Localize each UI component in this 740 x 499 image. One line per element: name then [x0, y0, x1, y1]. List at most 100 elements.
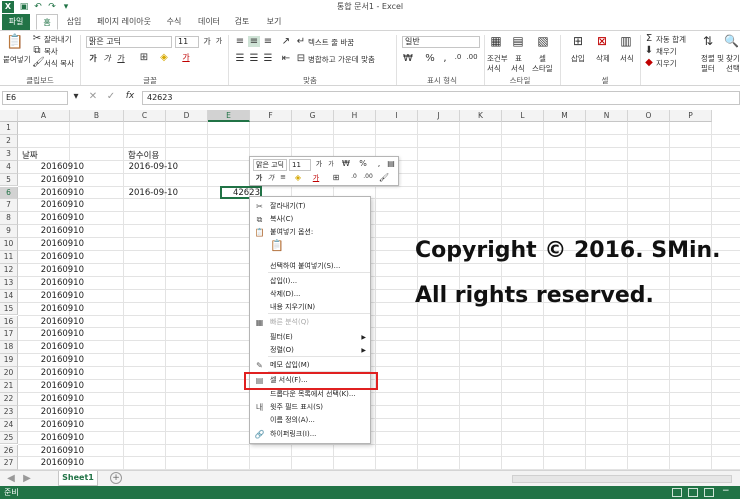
increase-decimal-icon[interactable]: .0: [452, 53, 464, 61]
fill-button[interactable]: 채우기: [656, 46, 677, 57]
italic-icon[interactable]: 가: [102, 53, 112, 64]
cell-A9[interactable]: 20160910: [18, 226, 84, 236]
row-header-15[interactable]: 15: [0, 302, 18, 316]
mini-format-painter-icon[interactable]: 🖌: [378, 173, 390, 182]
row-header-24[interactable]: 24: [0, 418, 18, 432]
format-cells-icon[interactable]: ▥: [618, 34, 634, 48]
cell-A5[interactable]: 20160910: [18, 175, 84, 185]
percent-icon[interactable]: %: [424, 53, 436, 64]
copy-icon[interactable]: ⧉: [32, 45, 42, 56]
cell-C4[interactable]: 2016-09-10: [128, 162, 178, 172]
cell-A22[interactable]: 20160910: [18, 394, 84, 404]
row-header-18[interactable]: 18: [0, 341, 18, 355]
align-right-icon[interactable]: ☰: [262, 53, 274, 64]
row-header-14[interactable]: 14: [0, 289, 18, 303]
menu-item-quick-analysis[interactable]: 빠른 분석(Q) ▦: [250, 317, 370, 328]
format-as-table-button-line2[interactable]: 서식: [511, 63, 525, 74]
column-header-J[interactable]: J: [418, 110, 460, 122]
font-color-icon[interactable]: 가: [180, 52, 192, 63]
insert-cells-button[interactable]: 삽입: [571, 53, 585, 64]
font-name-combo[interactable]: 맑은 고딕: [86, 36, 172, 48]
merge-center-button[interactable]: 병합하고 가운데 맞춤: [308, 54, 375, 65]
menu-item-copy[interactable]: 복사(C) ⧉: [250, 214, 370, 225]
row-header-7[interactable]: 7: [0, 199, 18, 213]
tab-file[interactable]: 파일: [2, 14, 30, 30]
sort-filter-button-line2[interactable]: 필터: [701, 63, 715, 74]
increase-font-icon[interactable]: 가: [202, 36, 212, 47]
tab-formulas[interactable]: 수식: [162, 14, 186, 30]
cell-A11[interactable]: 20160910: [18, 252, 84, 262]
column-header-B[interactable]: B: [70, 110, 124, 122]
column-header-C[interactable]: C: [124, 110, 166, 122]
mini-italic-icon[interactable]: 가: [266, 173, 276, 183]
fill-icon[interactable]: ⬇: [644, 45, 654, 56]
mini-format-icon[interactable]: ▤: [386, 159, 396, 168]
cell-A17[interactable]: 20160910: [18, 329, 84, 339]
borders-icon[interactable]: ⊞: [138, 52, 150, 63]
fill-color-icon[interactable]: ◈: [158, 52, 170, 63]
menu-item-item-9[interactable]: 필터(E) ▶: [250, 332, 370, 343]
align-left-icon[interactable]: ☰: [234, 53, 246, 64]
sheet-tab-sheet1[interactable]: Sheet1: [58, 471, 98, 486]
paste-icon[interactable]: 📋: [6, 34, 24, 52]
mini-align-icon[interactable]: ≡: [278, 173, 288, 181]
conditional-format-button-line2[interactable]: 서식: [487, 63, 501, 74]
menu-item-hyperlink[interactable]: 하이퍼링크(I)... 🔗: [250, 429, 370, 440]
cell-C6[interactable]: 2016-09-10: [128, 188, 178, 198]
cell-A19[interactable]: 20160910: [18, 355, 84, 365]
menu-item-item-10[interactable]: 정렬(O) ▶: [250, 345, 370, 356]
row-header-19[interactable]: 19: [0, 354, 18, 368]
clear-icon[interactable]: ◆: [644, 57, 654, 68]
select-all-corner[interactable]: [0, 110, 18, 122]
menu-item-phonetic[interactable]: 윗주 필드 표시(S) 내: [250, 402, 370, 413]
decrease-font-icon[interactable]: 가: [214, 36, 224, 46]
cell-A14[interactable]: 20160910: [18, 291, 84, 301]
row-header-27[interactable]: 27: [0, 457, 18, 470]
autosum-button[interactable]: 자동 합계: [656, 34, 686, 45]
row-header-22[interactable]: 22: [0, 392, 18, 406]
cell-A3[interactable]: 날짜: [22, 149, 38, 161]
mini-font-combo[interactable]: 맑은 고딕: [253, 159, 287, 171]
align-center-icon[interactable]: ☰: [248, 53, 260, 64]
menu-item-item-15[interactable]: 이름 정의(A)...: [250, 415, 370, 426]
row-header-11[interactable]: 11: [0, 251, 18, 264]
cell-A15[interactable]: 20160910: [18, 304, 84, 314]
column-header-L[interactable]: L: [502, 110, 544, 122]
cell-A8[interactable]: 20160910: [18, 213, 84, 223]
menu-item-item-5[interactable]: 삽입(I)...: [250, 276, 370, 287]
cell-A26[interactable]: 20160910: [18, 446, 84, 456]
mini-decrease-decimal-icon[interactable]: .00: [362, 173, 374, 180]
cell-A12[interactable]: 20160910: [18, 265, 84, 275]
format-painter-button[interactable]: 서식 복사: [44, 58, 74, 69]
delete-cells-icon[interactable]: ⊠: [594, 34, 610, 48]
format-cells-button[interactable]: 서식: [620, 53, 634, 64]
sheet-next-icon[interactable]: ▶: [22, 473, 32, 484]
find-select-button-line2[interactable]: 선택: [726, 63, 740, 74]
column-header-I[interactable]: I: [376, 110, 418, 122]
row-header-21[interactable]: 21: [0, 380, 18, 393]
format-painter-icon[interactable]: 🖌: [32, 57, 45, 68]
row-header-20[interactable]: 20: [0, 367, 18, 380]
row-header-4[interactable]: 4: [0, 160, 18, 174]
mini-grow-font-icon[interactable]: 가: [314, 159, 324, 169]
column-header-A[interactable]: A: [18, 110, 70, 122]
mini-bold-icon[interactable]: 가: [254, 173, 264, 183]
indent-icon[interactable]: ⇤: [280, 53, 292, 64]
underline-icon[interactable]: 가: [116, 53, 126, 64]
mini-fill-color-icon[interactable]: ◈: [292, 173, 304, 182]
row-header-1[interactable]: 1: [0, 122, 18, 135]
name-box[interactable]: E6: [2, 91, 68, 105]
currency-icon[interactable]: ₩: [402, 53, 414, 64]
row-header-10[interactable]: 10: [0, 238, 18, 251]
row-header-8[interactable]: 8: [0, 212, 18, 226]
insert-function-icon[interactable]: fx: [124, 91, 136, 101]
clear-button[interactable]: 지우기: [656, 58, 677, 69]
tab-data[interactable]: 데이터: [194, 14, 224, 30]
cut-button[interactable]: 잘라내기: [44, 34, 72, 45]
wrap-text-button[interactable]: 텍스트 줄 바꿈: [308, 37, 354, 48]
horizontal-scrollbar[interactable]: [512, 475, 732, 483]
column-header-M[interactable]: M: [544, 110, 586, 122]
cell-styles-button-line2[interactable]: 스타일: [532, 63, 553, 74]
mini-font-color-icon[interactable]: 가: [310, 173, 322, 183]
wrap-text-icon[interactable]: ↵: [296, 36, 306, 47]
